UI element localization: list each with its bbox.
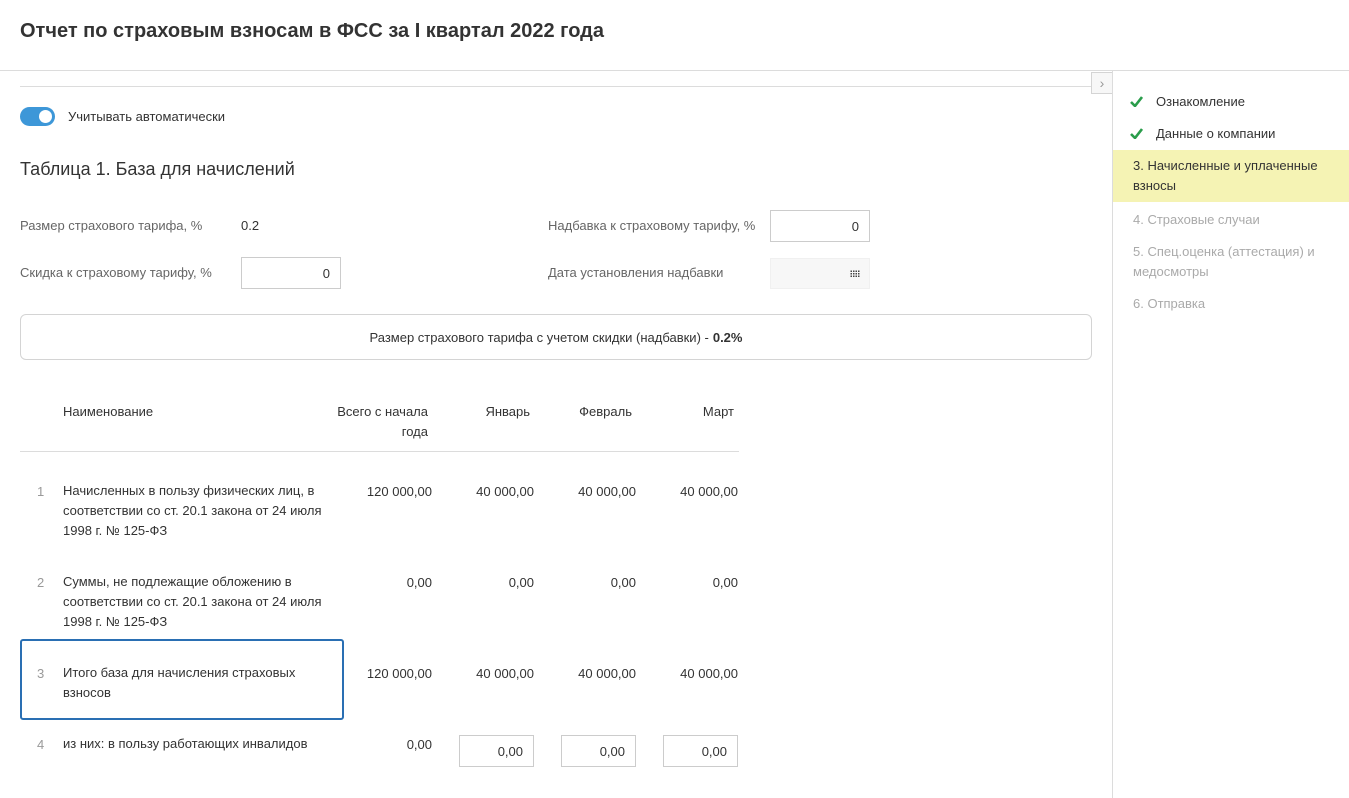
col-header-name: Наименование: [63, 404, 154, 419]
tariff-summary-value: 0.2%: [712, 329, 743, 345]
step-label: Данные о компании: [1156, 126, 1276, 141]
row-feb: 0,00: [610, 575, 636, 590]
row-jan: 40 000,00: [476, 484, 534, 499]
step-label: 5. Спец.оценка (аттестация) и медосмотры: [1133, 244, 1315, 279]
row-name: Начисленных в пользу физических лиц, в с…: [63, 483, 322, 538]
auto-calc-label: Учитывать автоматически: [68, 109, 226, 124]
row-name: из них: в пользу работающих инвалидов: [63, 736, 308, 751]
auto-calc-toggle[interactable]: [20, 107, 55, 126]
collapse-sidebar-button[interactable]: ›: [1091, 72, 1113, 94]
chevron-right-icon: ›: [1099, 75, 1105, 91]
step-special-assessment[interactable]: 5. Спец.оценка (аттестация) и медосмотры: [1113, 234, 1349, 290]
content-divider: [20, 86, 1091, 87]
table-header-divider: [20, 451, 739, 452]
row-total: 0,00: [406, 575, 432, 590]
tariff-label: Размер страхового тарифа, %: [20, 218, 203, 233]
row-mar: 40 000,00: [680, 484, 738, 499]
discount-label: Скидка к страховому тарифу, %: [20, 265, 212, 280]
row-mar-input[interactable]: 0,00: [663, 735, 738, 767]
row-name: Суммы, не подлежащие обложению в соответ…: [63, 574, 322, 629]
row-number: 1: [37, 484, 45, 499]
surcharge-date-label: Дата установления надбавки: [548, 265, 724, 280]
check-icon: [1130, 96, 1143, 107]
page-title: Отчет по страховым взносам в ФСС за I кв…: [20, 20, 604, 42]
step-intro[interactable]: Ознакомление: [1113, 84, 1349, 120]
row-jan: 40 000,00: [476, 666, 534, 681]
surcharge-input[interactable]: 0: [770, 210, 870, 242]
col-header-feb: Февраль: [579, 404, 632, 419]
calendar-icon[interactable]: [850, 270, 860, 278]
row-mar: 40 000,00: [680, 666, 738, 681]
step-label: 4. Страховые случаи: [1133, 212, 1260, 227]
col-header-jan: Январь: [485, 404, 530, 419]
step-label: 6. Отправка: [1133, 296, 1206, 311]
tariff-summary-text: Размер страхового тарифа с учетом скидки…: [369, 329, 709, 345]
row-number: 2: [37, 575, 45, 590]
surcharge-label: Надбавка к страховому тарифу, %: [548, 218, 756, 233]
row-jan-input[interactable]: 0,00: [459, 735, 534, 767]
step-label: Ознакомление: [1156, 94, 1245, 109]
toggle-knob: [39, 110, 52, 123]
discount-input[interactable]: 0: [241, 257, 341, 289]
surcharge-date-input[interactable]: [770, 258, 870, 289]
tariff-summary-box: Размер страхового тарифа с учетом скидки…: [20, 314, 1092, 360]
row-jan: 0,00: [508, 575, 534, 590]
step-accrued[interactable]: 3. Начисленные и уплаченные взносы: [1113, 150, 1349, 202]
col-header-total: Всего с начала года: [337, 404, 428, 439]
wizard-steps: Ознакомление Данные о компании 3. Начисл…: [1113, 84, 1349, 322]
step-insurance-cases[interactable]: 4. Страховые случаи: [1113, 202, 1349, 238]
row-feb-input[interactable]: 0,00: [561, 735, 636, 767]
row-feb: 40 000,00: [578, 666, 636, 681]
step-label: 3. Начисленные и уплаченные взносы: [1133, 158, 1318, 193]
row-mar: 0,00: [712, 575, 738, 590]
step-company[interactable]: Данные о компании: [1113, 116, 1349, 152]
section-title: Таблица 1. База для начислений: [20, 159, 295, 179]
row-total: 120 000,00: [366, 484, 432, 499]
row-number: 3: [37, 666, 45, 681]
tariff-value: 0.2: [241, 218, 260, 233]
row-number: 4: [37, 737, 45, 752]
header-divider: [0, 70, 1349, 71]
step-send[interactable]: 6. Отправка: [1113, 286, 1349, 322]
col-header-mar: Март: [702, 404, 734, 419]
row-name: Итого база для начисления страховых взно…: [63, 665, 296, 700]
row-feb: 40 000,00: [578, 484, 636, 499]
row-total: 120 000,00: [366, 666, 432, 681]
row-total: 0,00: [406, 737, 432, 752]
check-icon: [1130, 128, 1143, 139]
